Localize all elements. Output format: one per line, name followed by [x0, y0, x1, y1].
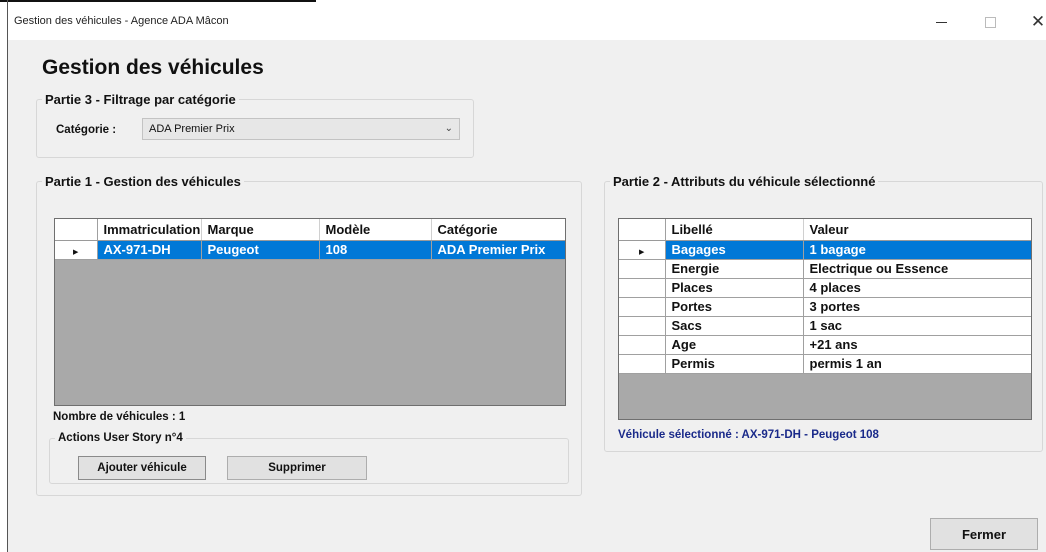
- cell-libelle[interactable]: Portes: [665, 297, 804, 317]
- vehicles-group-title: Partie 1 - Gestion des véhicules: [45, 174, 241, 189]
- window-title: Gestion des véhicules - Agence ADA Mâcon: [14, 15, 229, 27]
- category-select[interactable]: ADA Premier Prix ⌄: [142, 118, 460, 140]
- table-row[interactable]: Portes 3 portes: [619, 297, 1031, 317]
- vehicle-count: Nombre de véhicules : 1: [53, 411, 186, 423]
- minimize-icon: [935, 21, 947, 23]
- row-selector[interactable]: [619, 297, 666, 317]
- cell-marque[interactable]: Peugeot: [201, 240, 320, 260]
- minimize-button[interactable]: [927, 10, 955, 34]
- close-window-button[interactable]: ✕: [1024, 10, 1046, 34]
- attributes-group-title: Partie 2 - Attributs du véhicule sélecti…: [613, 174, 876, 189]
- cell-libelle[interactable]: Bagages: [665, 240, 804, 260]
- category-label: Catégorie :: [56, 124, 117, 136]
- column-header-categorie[interactable]: Catégorie: [431, 219, 565, 241]
- table-row[interactable]: ▶ Bagages 1 bagage: [619, 240, 1031, 260]
- table-row[interactable]: Age +21 ans: [619, 335, 1031, 355]
- cell-modele[interactable]: 108: [319, 240, 432, 260]
- filter-group-title: Partie 3 - Filtrage par catégorie: [45, 92, 236, 107]
- table-row[interactable]: Places 4 places: [619, 278, 1031, 298]
- vehicles-grid[interactable]: Immatriculation Marque Modèle Catégorie …: [54, 218, 566, 406]
- row-selector[interactable]: [619, 278, 666, 298]
- row-selector-icon[interactable]: ▶: [619, 240, 666, 260]
- column-header-immatriculation[interactable]: Immatriculation: [97, 219, 202, 241]
- maximize-icon: [984, 16, 996, 28]
- row-marker-icon: ▶: [639, 248, 645, 256]
- table-row[interactable]: ▶ AX-971-DH Peugeot 108 ADA Premier Prix: [55, 240, 565, 260]
- cell-valeur[interactable]: Electrique ou Essence: [803, 259, 1031, 279]
- vehicles-header-row: Immatriculation Marque Modèle Catégorie: [55, 219, 565, 241]
- cell-valeur[interactable]: permis 1 an: [803, 354, 1031, 374]
- cell-valeur[interactable]: 1 sac: [803, 316, 1031, 336]
- vehicles-table: Immatriculation Marque Modèle Catégorie …: [55, 219, 565, 260]
- close-button[interactable]: Fermer: [930, 518, 1038, 550]
- attributes-header-row: Libellé Valeur: [619, 219, 1031, 241]
- cell-categorie[interactable]: ADA Premier Prix: [431, 240, 565, 260]
- row-selector[interactable]: [619, 335, 666, 355]
- selected-vehicle-label: Véhicule sélectionné : AX-971-DH - Peuge…: [618, 429, 879, 441]
- cell-libelle[interactable]: Places: [665, 278, 804, 298]
- actions-group-title: Actions User Story n°4: [58, 432, 183, 444]
- attributes-table: Libellé Valeur ▶ Bagages 1 bagage Energi…: [619, 219, 1031, 374]
- maximize-button[interactable]: [976, 10, 1004, 34]
- row-selector-icon[interactable]: ▶: [55, 240, 98, 260]
- category-select-value: ADA Premier Prix: [149, 123, 235, 135]
- row-header-corner: [619, 219, 666, 241]
- column-header-valeur[interactable]: Valeur: [803, 219, 1031, 241]
- cell-libelle[interactable]: Energie: [665, 259, 804, 279]
- column-header-libelle[interactable]: Libellé: [665, 219, 804, 241]
- cell-valeur[interactable]: 1 bagage: [803, 240, 1031, 260]
- attributes-grid[interactable]: Libellé Valeur ▶ Bagages 1 bagage Energi…: [618, 218, 1032, 420]
- table-row[interactable]: Sacs 1 sac: [619, 316, 1031, 336]
- column-header-modele[interactable]: Modèle: [319, 219, 432, 241]
- add-vehicle-button[interactable]: Ajouter véhicule: [78, 456, 206, 480]
- table-row[interactable]: Permis permis 1 an: [619, 354, 1031, 374]
- title-bar[interactable]: Gestion des véhicules - Agence ADA Mâcon…: [8, 2, 1046, 40]
- column-header-marque[interactable]: Marque: [201, 219, 320, 241]
- close-icon: ✕: [1030, 12, 1046, 32]
- row-selector[interactable]: [619, 354, 666, 374]
- cell-libelle[interactable]: Age: [665, 335, 804, 355]
- cell-valeur[interactable]: +21 ans: [803, 335, 1031, 355]
- cell-libelle[interactable]: Sacs: [665, 316, 804, 336]
- cell-immatriculation[interactable]: AX-971-DH: [97, 240, 202, 260]
- cell-valeur[interactable]: 3 portes: [803, 297, 1031, 317]
- cell-valeur[interactable]: 4 places: [803, 278, 1031, 298]
- delete-vehicle-button[interactable]: Supprimer: [227, 456, 367, 480]
- row-marker-icon: ▶: [73, 248, 79, 256]
- row-selector[interactable]: [619, 316, 666, 336]
- row-selector[interactable]: [619, 259, 666, 279]
- table-row[interactable]: Energie Electrique ou Essence: [619, 259, 1031, 279]
- chevron-down-icon[interactable]: ⌄: [445, 123, 453, 134]
- row-header-corner: [55, 219, 98, 241]
- page-title: Gestion des véhicules: [42, 56, 264, 79]
- cell-libelle[interactable]: Permis: [665, 354, 804, 374]
